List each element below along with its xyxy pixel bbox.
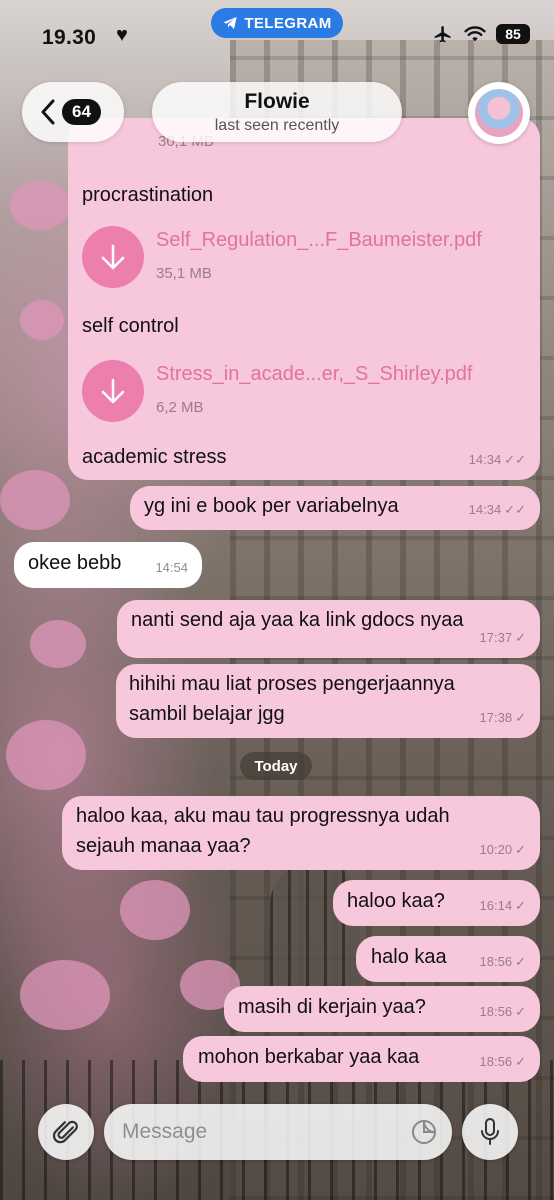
message-time: 18:56: [479, 954, 513, 969]
blossom: [6, 720, 86, 790]
message-text-line: sejauh manaa yaa?: [76, 835, 251, 857]
message-text: masih di kerjain yaa?: [238, 996, 426, 1018]
check-icon: ✓: [515, 898, 526, 913]
message-bubble-outgoing[interactable]: haloo kaa, aku mau tau progressnya udah …: [62, 796, 540, 870]
message-meta: 14:34 ✓✓: [469, 445, 526, 474]
message-text-line: hihihi mau liat proses pengerjaannya: [129, 673, 455, 695]
message-text: okee bebb: [28, 552, 122, 574]
file-size: 6,2 MB: [156, 399, 204, 416]
heart-icon: ♥: [116, 24, 128, 46]
message-meta: 10:20 ✓: [480, 835, 526, 864]
message-bubble-outgoing[interactable]: masih di kerjain yaa? 18:56 ✓: [224, 986, 540, 1032]
telegram-pill-label: TELEGRAM: [244, 14, 332, 32]
message-input[interactable]: Message: [104, 1104, 452, 1160]
message-bubble-outgoing[interactable]: mohon berkabar yaa kaa 18:56 ✓: [183, 1036, 540, 1082]
message-meta: 17:37 ✓: [480, 623, 526, 652]
status-time: 19.30: [42, 26, 97, 49]
download-icon[interactable]: [82, 226, 144, 288]
message-bubble-outgoing[interactable]: yg ini e book per variabelnya 14:34 ✓✓: [130, 486, 540, 530]
double-check-icon: ✓✓: [504, 452, 526, 467]
back-button[interactable]: 64: [22, 82, 124, 142]
message-time: 14:34: [468, 452, 502, 467]
message-time: 14:34: [468, 502, 502, 517]
check-icon: ✓: [515, 954, 526, 969]
message-text: nanti send aja yaa ka link gdocs nyaa: [131, 609, 464, 631]
wifi-icon: [464, 26, 486, 42]
blossom: [120, 880, 190, 940]
blossom: [10, 180, 70, 230]
file-attachment[interactable]: Self_Regulation_...F_Baumeister.pdf 35,1…: [82, 226, 482, 288]
sticker-icon[interactable]: [410, 1118, 438, 1146]
blossom: [0, 470, 70, 530]
avatar[interactable]: [468, 82, 530, 144]
battery-indicator: 85: [496, 24, 530, 44]
file-caption: procrastination: [82, 184, 214, 206]
blossom: [20, 960, 110, 1030]
blossom: [20, 300, 64, 340]
message-time: 10:20: [479, 842, 513, 857]
check-icon: ✓: [515, 1004, 526, 1019]
microphone-icon: [481, 1118, 499, 1145]
message-time: 17:37: [479, 630, 513, 645]
download-icon[interactable]: [82, 360, 144, 422]
paperclip-icon: [52, 1120, 78, 1144]
file-caption: academic stress: [82, 446, 227, 468]
message-time: 17:38: [479, 710, 513, 725]
message-meta: 18:56 ✓: [480, 1047, 526, 1076]
message-meta: 14:54: [155, 553, 188, 582]
status-bar: 19.30 ♥ TELEGRAM 85: [0, 0, 554, 70]
message-bubble-outgoing[interactable]: nanti send aja yaa ka link gdocs nyaa 17…: [117, 600, 540, 658]
check-icon: ✓: [515, 1054, 526, 1069]
attach-button[interactable]: [38, 1104, 94, 1160]
unread-count-badge: 64: [62, 99, 101, 125]
message-meta: 18:56 ✓: [480, 997, 526, 1026]
message-bubble-incoming[interactable]: okee bebb 14:54: [14, 542, 202, 588]
file-size: 35,1 MB: [156, 265, 212, 282]
chevron-left-icon: [41, 99, 55, 125]
message-meta: 18:56 ✓: [480, 947, 526, 976]
check-icon: ✓: [515, 630, 526, 645]
message-time: 18:56: [479, 1004, 513, 1019]
chat-title: Flowie: [244, 90, 310, 113]
file-name: Stress_in_acade...er,_S_Shirley.pdf: [156, 363, 473, 385]
message-time: 18:56: [479, 1054, 513, 1069]
file-attachment[interactable]: Stress_in_acade...er,_S_Shirley.pdf 6,2 …: [82, 360, 472, 422]
message-time: 16:14: [479, 898, 513, 913]
message-bubble-outgoing[interactable]: hihihi mau liat proses pengerjaannya sam…: [116, 664, 540, 738]
avatar-image: [475, 89, 523, 137]
status-icons: 85: [432, 24, 530, 44]
message-input-placeholder: Message: [122, 1120, 208, 1143]
chat-subtitle: last seen recently: [214, 117, 340, 134]
message-text-line: sambil belajar jgg: [129, 703, 285, 725]
double-check-icon: ✓✓: [504, 502, 526, 517]
file-caption: self control: [82, 315, 179, 337]
file-message-bubble[interactable]: 30,1 MB procrastination Self_Regulation_…: [68, 118, 540, 480]
message-text: halo kaa: [371, 946, 447, 968]
telegram-icon: [223, 17, 237, 29]
message-text: mohon berkabar yaa kaa: [198, 1046, 420, 1068]
message-time: 14:54: [155, 560, 188, 575]
telegram-pill[interactable]: TELEGRAM: [211, 8, 343, 38]
airplane-icon: [434, 26, 451, 43]
blossom: [30, 620, 86, 668]
message-text: yg ini e book per variabelnya: [144, 495, 399, 517]
check-icon: ✓: [515, 710, 526, 725]
message-bubble-outgoing[interactable]: halo kaa 18:56 ✓: [356, 936, 540, 982]
microphone-button[interactable]: [462, 1104, 518, 1160]
message-text: haloo kaa?: [347, 890, 445, 912]
message-meta: 14:34 ✓✓: [469, 495, 526, 524]
check-icon: ✓: [515, 842, 526, 857]
date-separator: Today: [240, 752, 312, 780]
chat-header[interactable]: Flowie last seen recently: [152, 82, 402, 142]
message-meta: 16:14 ✓: [480, 891, 526, 920]
message-text-line: haloo kaa, aku mau tau progressnya udah: [76, 805, 450, 827]
message-meta: 17:38 ✓: [480, 703, 526, 732]
message-bubble-outgoing[interactable]: haloo kaa? 16:14 ✓: [333, 880, 540, 926]
file-name: Self_Regulation_...F_Baumeister.pdf: [156, 229, 482, 251]
